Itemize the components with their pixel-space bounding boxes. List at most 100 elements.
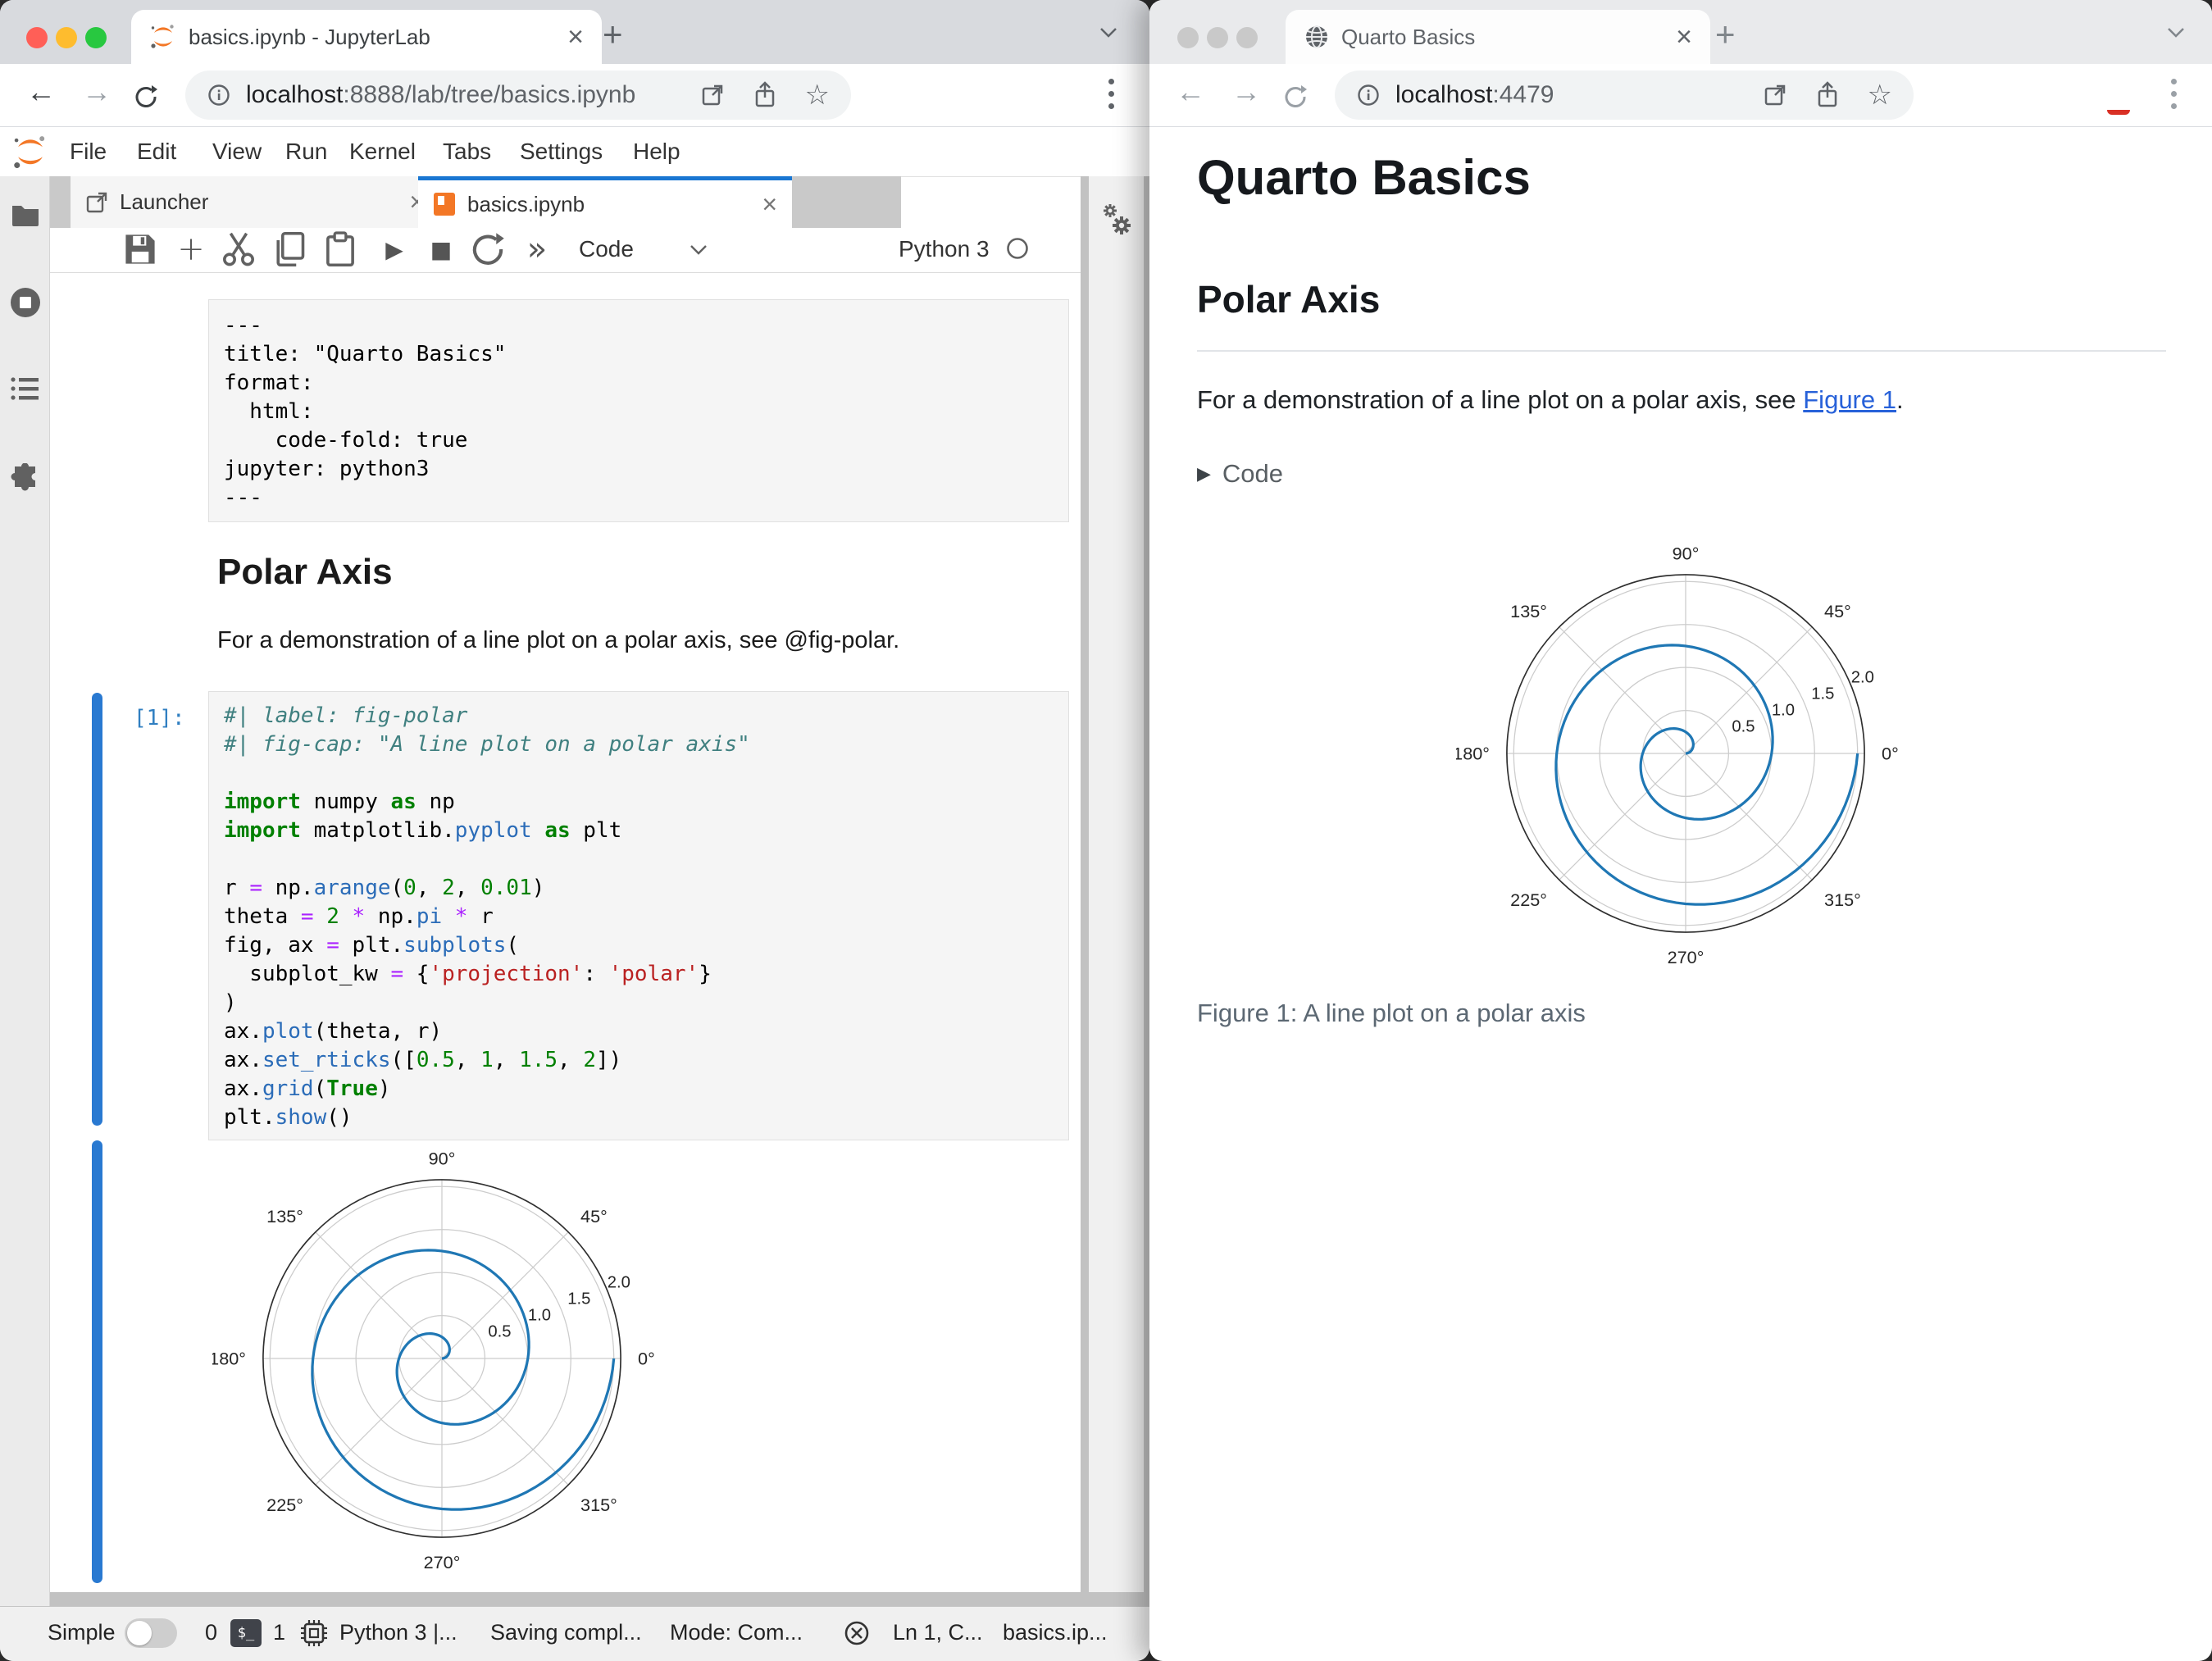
doctab-notebook[interactable]: basics.ipynb × xyxy=(418,176,792,228)
menu-help[interactable]: Help xyxy=(633,139,680,165)
kernels-count[interactable]: 1 xyxy=(273,1620,285,1645)
tab-search-chevron-icon[interactable] xyxy=(2166,26,2186,39)
chrome-menu-icon[interactable] xyxy=(2171,79,2177,109)
bookmark-star-icon[interactable]: ☆ xyxy=(1868,81,1892,109)
copy-cells-icon[interactable] xyxy=(271,231,307,267)
zoom-window-button[interactable] xyxy=(1236,27,1258,48)
svg-text:225°: 225° xyxy=(1510,890,1547,910)
menu-run[interactable]: Run xyxy=(285,139,327,165)
kernel-status-icon[interactable] xyxy=(1005,236,1030,261)
close-window-button[interactable] xyxy=(26,27,48,48)
cell-collapser-input[interactable] xyxy=(92,693,102,1126)
profile-avatar-fragment xyxy=(2107,110,2130,115)
svg-text:90°: 90° xyxy=(1673,544,1700,564)
menu-file[interactable]: File xyxy=(70,139,107,165)
cell-collapser-output[interactable] xyxy=(92,1140,102,1583)
bookmark-star-icon[interactable]: ☆ xyxy=(805,81,830,109)
tab-close-icon[interactable]: × xyxy=(1676,21,1692,53)
browser-tab-jupyterlab[interactable]: basics.ipynb - JupyterLab × xyxy=(131,10,602,64)
site-info-icon[interactable] xyxy=(207,83,231,107)
close-window-button[interactable] xyxy=(1177,27,1199,48)
property-inspector-icon[interactable] xyxy=(1100,203,1133,237)
extension-manager-icon[interactable] xyxy=(10,463,41,494)
browser-tab-quarto[interactable]: Quarto Basics × xyxy=(1286,10,1710,64)
code-cell[interactable]: #| label: fig-polar #| fig-cap: "A line p… xyxy=(208,691,1069,1140)
minimize-window-button[interactable] xyxy=(1207,27,1228,48)
menu-settings[interactable]: Settings xyxy=(520,139,603,165)
interrupt-kernel-icon[interactable]: ■ xyxy=(423,231,459,267)
url-bar[interactable]: localhost:8888/lab/tree/basics.ipynb ☆ xyxy=(185,71,851,120)
forward-button[interactable]: → xyxy=(1223,69,1269,115)
save-icon[interactable] xyxy=(122,231,158,267)
doctab-launcher[interactable]: Launcher × xyxy=(71,176,439,228)
cell-type-chevron-icon[interactable] xyxy=(690,244,708,256)
tab-title: basics.ipynb - JupyterLab xyxy=(189,24,430,49)
run-cell-icon[interactable]: ▶ xyxy=(376,231,412,267)
right-tabstrip: Quarto Basics × + xyxy=(1149,0,2212,64)
raw-cell[interactable]: --- title: "Quarto Basics" format: html: c… xyxy=(208,299,1069,522)
jupyterlab-logo xyxy=(14,136,45,169)
menu-tabs[interactable]: Tabs xyxy=(443,139,491,165)
simple-mode-toggle[interactable] xyxy=(125,1618,177,1648)
statusbar-filename[interactable]: basics.ip... xyxy=(1003,1620,1108,1645)
code-disclosure[interactable]: ▶ Code xyxy=(1197,459,1283,489)
open-in-new-icon[interactable] xyxy=(1763,83,1787,107)
jupyterlab-statusbar: Simple 0 $_ 1 Python 3 |... Saving compl… xyxy=(0,1606,1149,1661)
cursor-position[interactable]: Ln 1, C... xyxy=(893,1620,983,1645)
notifications-off-icon[interactable] xyxy=(843,1619,871,1647)
globe-favicon xyxy=(1306,25,1327,48)
menu-view[interactable]: View xyxy=(212,139,262,165)
restart-run-all-icon[interactable]: » xyxy=(519,230,555,274)
table-of-contents-icon[interactable] xyxy=(11,376,40,401)
jupyterlab-right-sidebar xyxy=(1089,176,1144,1607)
cut-cells-icon[interactable] xyxy=(221,231,257,267)
menu-kernel[interactable]: Kernel xyxy=(349,139,416,165)
share-icon[interactable] xyxy=(753,81,777,109)
page-title: Quarto Basics xyxy=(1197,150,1531,205)
window-right-edge xyxy=(1144,176,1149,1607)
add-cell-icon[interactable]: + xyxy=(173,230,209,268)
doctab-notebook-close-icon[interactable]: × xyxy=(762,189,777,220)
back-button[interactable]: ← xyxy=(18,69,64,115)
dock-divider[interactable] xyxy=(1081,176,1089,1607)
tab-search-chevron-icon[interactable] xyxy=(1099,26,1118,39)
chrome-menu-icon[interactable] xyxy=(1108,79,1114,109)
menu-edit[interactable]: Edit xyxy=(137,139,176,165)
open-in-new-icon[interactable] xyxy=(700,83,725,107)
minimize-window-button[interactable] xyxy=(56,27,77,48)
terminal-icon[interactable]: $_ xyxy=(230,1619,262,1647)
kernel-status-text[interactable]: Python 3 |... xyxy=(339,1620,457,1645)
notebook-content: --- title: "Quarto Basics" format: html: c… xyxy=(50,273,1081,1592)
reload-button[interactable] xyxy=(133,84,159,110)
zoom-window-button[interactable] xyxy=(85,27,107,48)
cell-type-dropdown[interactable]: Code xyxy=(579,236,634,262)
url-bar[interactable]: localhost:4479 ☆ xyxy=(1335,71,1914,120)
section-divider xyxy=(1197,350,2166,352)
share-icon[interactable] xyxy=(1815,81,1840,109)
new-tab-button[interactable]: + xyxy=(1715,15,1736,54)
dock-tabstrip: Launcher × basics.ipynb × xyxy=(50,176,901,228)
new-tab-button[interactable]: + xyxy=(603,15,623,54)
figure-caption: Figure 1: A line plot on a polar axis xyxy=(1197,999,1586,1027)
forward-button[interactable]: → xyxy=(74,69,120,115)
left-navrow: ← → localhost:8888/lab/tree/basics.ipynb… xyxy=(0,64,1149,127)
running-kernels-icon[interactable] xyxy=(9,286,42,319)
terminals-count[interactable]: 0 xyxy=(205,1620,217,1645)
paste-cells-icon[interactable] xyxy=(322,231,358,267)
tab-close-icon[interactable]: × xyxy=(567,21,584,53)
figure-link[interactable]: Figure 1 xyxy=(1803,385,1896,414)
file-browser-icon[interactable] xyxy=(11,203,40,227)
left-tabstrip: basics.ipynb - JupyterLab × + xyxy=(0,0,1149,64)
jupyterlab-left-sidebar xyxy=(0,176,50,1607)
site-info-icon[interactable] xyxy=(1356,83,1381,107)
reload-button[interactable] xyxy=(1282,84,1309,110)
markdown-paragraph[interactable]: For a demonstration of a line plot on a … xyxy=(217,627,899,654)
markdown-heading[interactable]: Polar Axis xyxy=(217,552,393,593)
kernel-chip-icon[interactable] xyxy=(300,1619,328,1647)
restart-kernel-icon[interactable] xyxy=(470,231,506,267)
editor-mode[interactable]: Mode: Com... xyxy=(670,1620,803,1645)
svg-text:1.5: 1.5 xyxy=(567,1290,590,1308)
url-text: localhost:4479 xyxy=(1395,81,1554,108)
back-button[interactable]: ← xyxy=(1167,69,1213,115)
kernel-name[interactable]: Python 3 xyxy=(899,236,990,262)
